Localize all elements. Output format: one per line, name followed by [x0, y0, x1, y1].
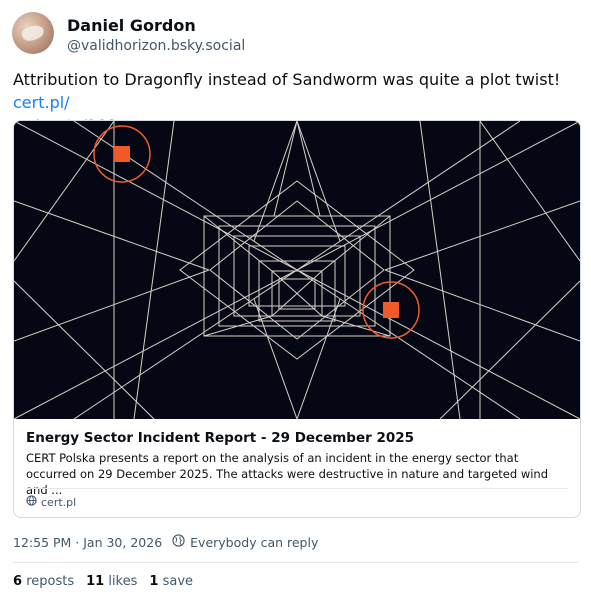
post-link-line1: cert.pl/ [13, 93, 70, 112]
avatar[interactable] [12, 12, 54, 54]
likes-stat[interactable]: 11 likes [86, 574, 137, 589]
saves-stat[interactable]: 1 save [149, 574, 193, 589]
reposts-count: 6 [13, 574, 23, 589]
author-name[interactable]: Daniel Gordon [67, 16, 196, 35]
engagement-stats: 6 reposts 11 likes 1 save [13, 574, 193, 589]
reply-setting[interactable]: Everybody can reply [172, 534, 318, 550]
likes-label: likes [108, 574, 138, 589]
author-handle[interactable]: @validhorizon.bsky.social [67, 38, 245, 54]
saves-count: 1 [149, 574, 159, 589]
post-header: Daniel Gordon @validhorizon.bsky.social [12, 12, 572, 56]
card-domain-text: cert.pl [41, 495, 77, 509]
post-meta: 12:55 PM · Jan 30, 2026 Everybody can re… [13, 534, 318, 550]
timestamp[interactable]: 12:55 PM · Jan 30, 2026 [13, 535, 162, 550]
card-description: CERT Polska presents a report on the ana… [26, 451, 549, 497]
card-title: Energy Sector Incident Report - 29 Decem… [26, 430, 415, 446]
likes-count: 11 [86, 574, 105, 589]
reply-setting-label: Everybody can reply [190, 534, 319, 550]
card-domain: cert.pl [26, 495, 76, 509]
card-image [14, 121, 580, 419]
reposts-label: reposts [26, 574, 75, 589]
card-image-graphic [14, 121, 580, 419]
card-divider [26, 488, 568, 489]
globe-icon [172, 534, 185, 550]
stats-divider [13, 562, 578, 563]
reposts-stat[interactable]: 6 reposts [13, 574, 74, 589]
saves-label: save [162, 574, 194, 589]
post-body: Attribution to Dragonfly instead of Sand… [13, 70, 561, 89]
link-card[interactable]: Energy Sector Incident Report - 29 Decem… [13, 120, 581, 518]
globe-icon [26, 495, 37, 509]
